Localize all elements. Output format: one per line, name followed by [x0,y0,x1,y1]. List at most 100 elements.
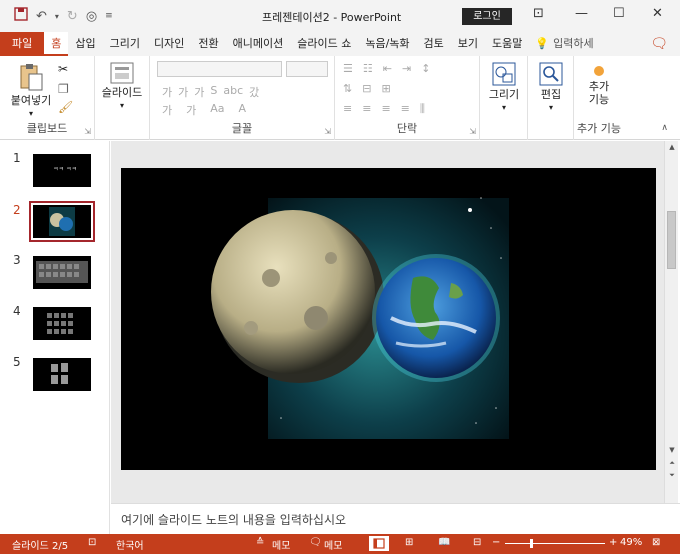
tab-home[interactable]: 홈 [44,32,69,56]
change-case-button[interactable]: Aa [210,102,224,118]
clipboard-expander-icon[interactable]: ⇲ [84,127,91,136]
customize-qa-icon[interactable]: ≡ [105,11,113,21]
presenter-icon[interactable]: ◎ [86,9,97,24]
next-slide-icon[interactable]: ⏷ [665,471,679,480]
minimize-icon[interactable]: — [575,6,588,21]
align-right-icon[interactable]: ≡ [381,102,390,116]
comments-toggle-icon[interactable]: 🗨 [309,537,322,548]
text-direction-icon[interactable]: ⇅ [343,82,352,95]
tab-view[interactable]: 보기 [451,32,485,56]
normal-view-button[interactable] [369,536,389,551]
format-painter-icon[interactable]: 🖌 [58,100,73,114]
justify-icon[interactable]: ≡ [401,102,410,116]
align-text-icon[interactable]: ⊟ [362,82,371,95]
accessibility-icon[interactable]: ⊡ [88,537,96,548]
font-color-button[interactable]: A [239,102,247,118]
notes-toggle-label[interactable]: 메모 [272,537,290,552]
copy-icon[interactable]: ❐ [58,82,69,96]
maximize-icon[interactable]: ☐ [613,6,625,21]
redo-icon[interactable]: ↻ [67,9,78,24]
cut-icon[interactable]: ✂ [58,62,68,76]
grow-font-button[interactable]: 가 [162,102,172,118]
close-icon[interactable]: ✕ [652,6,663,21]
editor-vertical-scrollbar[interactable]: ▲ ▼ ⏶ ⏷ [664,141,678,503]
zoom-slider[interactable] [505,543,605,544]
tab-record[interactable]: 녹음/녹화 [358,32,416,56]
paste-label: 붙여넣기 [10,94,52,107]
slide-sorter-icon[interactable]: ⊞ [405,537,413,548]
align-center-icon[interactable]: ≡ [362,102,371,116]
undo-dropdown-icon[interactable]: ▾ [55,12,59,21]
tab-draw[interactable]: 그리기 [103,32,147,56]
scroll-up-icon[interactable]: ▲ [665,143,679,151]
tab-transitions[interactable]: 전환 [191,32,225,56]
tab-animations[interactable]: 애니메이션 [226,32,291,56]
drawing-button[interactable]: 그리기 ▾ [484,62,524,114]
shrink-font-button[interactable]: 가 [186,102,196,118]
notes-toggle-icon[interactable]: ≙ [256,537,264,548]
current-slide[interactable] [121,168,656,470]
bold-button[interactable]: 가 [162,84,172,100]
tell-me-box[interactable]: 💡 입력하세 [529,32,599,56]
zoom-level[interactable]: 49% [620,537,642,548]
tell-me-label: 입력하세 [553,37,594,50]
find-icon [539,62,563,86]
ribbon-display-icon[interactable]: ⊡ [533,6,544,21]
zoom-in-icon[interactable]: + [609,537,617,548]
strikethrough-button[interactable]: abc [223,84,243,100]
slide-thumbnail-1[interactable]: ㅋㅋ ㅋㅋ [33,154,91,187]
underline-button[interactable]: 가 [194,84,204,100]
comments-toggle-label[interactable]: 메모 [324,537,342,552]
thumb-icons-image [47,313,73,334]
align-left-icon[interactable]: ≡ [343,102,352,116]
bullets-icon[interactable]: ☰ [343,62,353,75]
undo-icon[interactable]: ↶ [36,9,47,24]
slide-thumbnail-3[interactable] [33,256,91,289]
zoom-out-icon[interactable]: − [492,537,500,548]
line-spacing-icon[interactable]: ↕ [421,62,430,75]
font-expander-icon[interactable]: ⇲ [324,127,331,136]
editing-button[interactable]: 편집 ▾ [531,62,571,114]
tab-file[interactable]: 파일 [0,32,45,56]
tab-review[interactable]: 검토 [417,32,451,56]
font-size-dropdown[interactable] [286,61,328,77]
scroll-thumb[interactable] [667,211,676,269]
tab-help[interactable]: 도움말 [485,32,529,56]
comments-icon[interactable]: 🗨 [650,36,668,52]
decrease-indent-icon[interactable]: ⇤ [383,62,392,75]
paragraph-expander-icon[interactable]: ⇲ [469,127,476,136]
paste-button[interactable]: 붙여넣기 ▾ [8,62,54,120]
fit-to-window-icon[interactable]: ⊠ [652,537,660,548]
tab-insert[interactable]: 삽입 [68,32,102,56]
language-indicator[interactable]: 한국어 [116,537,144,552]
group-clipboard: 붙여넣기 ▾ ✂ ❐ 🖌 클립보드 ⇲ [0,56,95,140]
slide-thumbnail-2[interactable] [29,201,95,242]
previous-slide-icon[interactable]: ⏶ [665,459,679,468]
addins-button[interactable]: 추가 기능 [576,64,622,106]
font-name-dropdown[interactable] [157,61,282,77]
new-slide-button[interactable]: 슬라이드 ▾ [98,62,146,112]
increase-indent-icon[interactable]: ⇥ [402,62,411,75]
tab-slideshow[interactable]: 슬라이드 쇼 [290,32,358,56]
save-icon[interactable] [14,7,28,25]
collapse-ribbon-icon[interactable]: ∧ [661,123,668,133]
shadow-button[interactable]: S [210,84,217,100]
numbering-icon[interactable]: ☷ [363,62,373,75]
lightbulb-icon: 💡 [535,37,550,50]
zoom-slider-thumb[interactable] [530,539,533,548]
slideshow-icon[interactable]: ⊟ [473,537,481,548]
notes-pane[interactable]: 여기에 슬라이드 노트의 내용을 입력하십시오 [111,503,680,534]
login-button[interactable]: 로그인 [462,8,512,25]
earth-moon-image[interactable] [121,168,656,470]
scroll-down-icon[interactable]: ▼ [665,446,679,454]
char-spacing-button[interactable]: 갔 [249,84,259,100]
reading-view-icon[interactable]: 📖 [438,537,450,548]
tab-design[interactable]: 디자인 [147,32,191,56]
smartart-icon[interactable]: ⊞ [381,82,390,95]
slide-thumbnail-5[interactable] [33,358,91,391]
italic-button[interactable]: 가 [178,84,188,100]
columns-icon[interactable]: ⫼ [420,102,425,116]
slide-thumbnail-4[interactable] [33,307,91,340]
new-slide-icon [110,62,134,84]
slide-number: 2 [13,203,21,217]
